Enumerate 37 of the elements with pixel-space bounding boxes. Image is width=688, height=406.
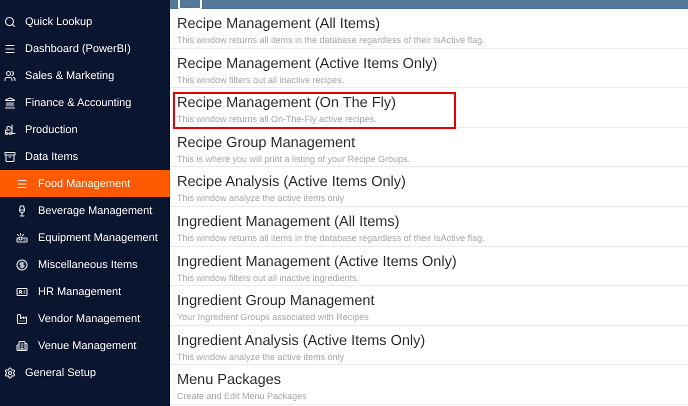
sidebar-item[interactable]: Beverage Management bbox=[0, 197, 170, 224]
menu-icon bbox=[16, 178, 28, 190]
menu-entry[interactable]: Ingredient Management (All Items) This window returns all items in the database regardless of their IsActive flag. bbox=[173, 210, 489, 248]
settings-icon bbox=[4, 366, 16, 378]
id-card-icon bbox=[16, 286, 28, 298]
menu-entry[interactable]: Ingredient Group Management Your Ingredient Groups associated with Recipes bbox=[173, 290, 378, 328]
sidebar-item[interactable]: Sales & Marketing bbox=[0, 62, 170, 89]
menu-entry[interactable]: Recipe Management (All Items) This window returns all items in the database regardless of their IsActive flag. bbox=[173, 13, 489, 50]
menu-entry[interactable]: Ingredient Management (Active Items Only) This window filters out all inactive ingredients. bbox=[173, 250, 461, 288]
sidebar-item[interactable]: HR Management bbox=[0, 278, 170, 305]
sidebar-item[interactable]: Quick Lookup bbox=[0, 8, 170, 35]
sidebar-item[interactable]: Finance & Accounting bbox=[0, 89, 170, 116]
bank-icon bbox=[4, 96, 16, 108]
projector-icon bbox=[16, 232, 28, 244]
sidebar-item[interactable]: Dashboard (PowerBI) bbox=[0, 35, 170, 62]
sidebar-item[interactable]: Miscellaneous Items bbox=[0, 251, 170, 278]
people-icon bbox=[4, 70, 16, 82]
archive-icon bbox=[4, 150, 16, 162]
menu-entry[interactable]: Menu Packages Create and Edit Menu Packages bbox=[173, 369, 311, 406]
search-icon bbox=[4, 16, 16, 28]
menu-entry[interactable]: Recipe Group Management This is where you will print a listing of your Recipe Groups. bbox=[173, 132, 414, 169]
menu-entry[interactable]: Ingredient Analysis (Active Items Only) This window analyze the active items only bbox=[173, 330, 430, 367]
factory-icon bbox=[16, 312, 28, 324]
menu-entry[interactable]: Recipe Management (Active Items Only) This window filters out all inactive recipes. bbox=[173, 52, 442, 90]
menu-entry[interactable]: Recipe Analysis (Active Items Only) This window analyze the active items only bbox=[173, 171, 410, 208]
forklift-icon bbox=[4, 124, 16, 136]
glass-icon bbox=[16, 204, 28, 216]
menu-icon bbox=[4, 42, 16, 54]
sidebar-item[interactable]: Production bbox=[0, 116, 170, 143]
sidebar-item[interactable]: General Setup bbox=[0, 359, 170, 386]
building-icon bbox=[16, 340, 28, 352]
sidebar-item[interactable]: Equipment Management bbox=[0, 224, 170, 251]
sidebar-item[interactable]: Data Items bbox=[0, 143, 170, 170]
sidebar-item[interactable]: Venue Management bbox=[0, 332, 170, 359]
dollar-coin-icon bbox=[16, 258, 28, 270]
menu-entry[interactable]: Recipe Management (On The Fly) This window returns all On-The-Fly active recipes. bbox=[173, 92, 456, 130]
sidebar-item[interactable]: Vendor Management bbox=[0, 305, 170, 332]
